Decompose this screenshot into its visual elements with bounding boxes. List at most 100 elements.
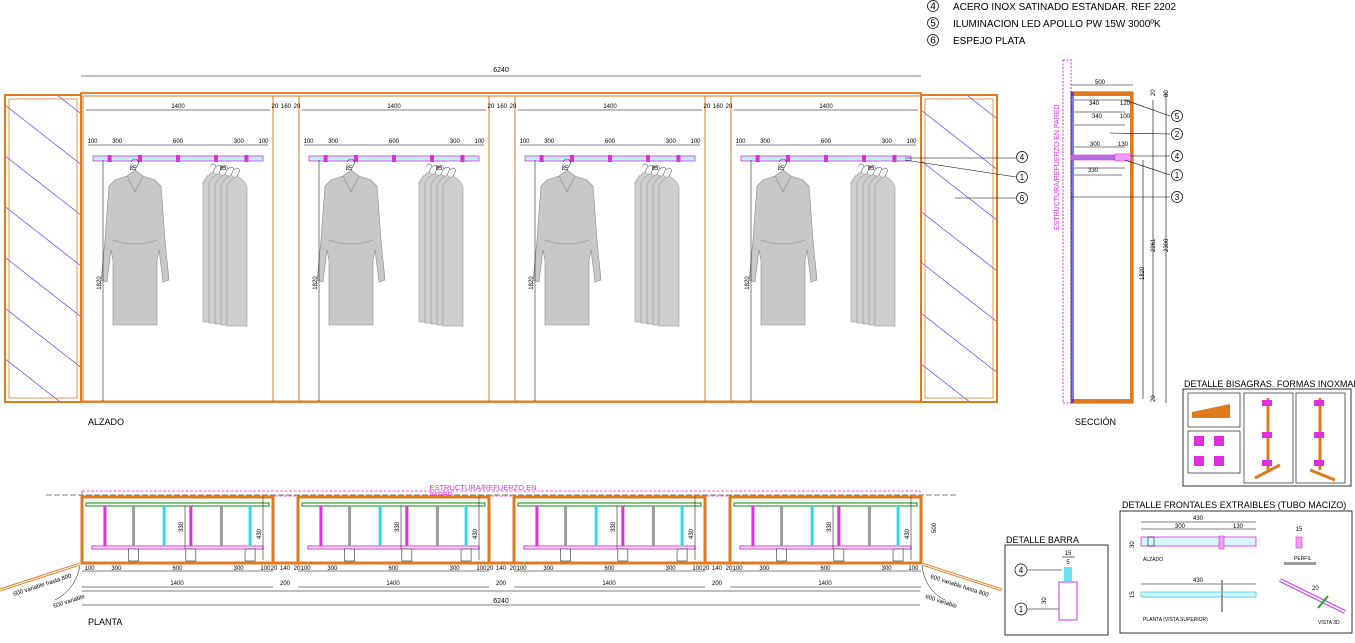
module-gap: 20 160 20 bbox=[488, 95, 517, 402]
legend-num: 5 bbox=[930, 19, 936, 30]
gap-post bbox=[704, 95, 732, 402]
dim-label: 600 bbox=[820, 566, 831, 572]
wardrobe-modules: 1400100 300 600 300 10085 8518201400100 300 600… bbox=[82, 95, 922, 402]
dim-label: 20 bbox=[294, 566, 301, 572]
plan-view: ESTRUCTURA/REFUERZO EN PARED 330430100 30… bbox=[0, 483, 1003, 627]
dim-label: 1400 bbox=[819, 104, 833, 110]
dim-label: 1400 bbox=[170, 581, 184, 587]
plan-drawer-front bbox=[676, 548, 688, 562]
dim-label: 330 bbox=[827, 521, 833, 532]
dim: 430 bbox=[1193, 516, 1204, 522]
plan-top-profile bbox=[85, 502, 270, 507]
plan-module-1: 330 430 100 300 600 300 100 1400 bbox=[80, 495, 275, 588]
dim-label: 1820 bbox=[313, 276, 319, 290]
rail-support bbox=[755, 155, 760, 162]
callout-num: 6 bbox=[1020, 194, 1025, 203]
dim-label: 20 bbox=[726, 104, 733, 110]
dim-label: 20 bbox=[704, 104, 711, 110]
plan-hinge-bar bbox=[837, 506, 841, 546]
dim: 340 bbox=[1089, 101, 1100, 107]
plan-hinge-bar bbox=[248, 506, 252, 546]
dim-label: 200 bbox=[712, 581, 723, 587]
rail-support bbox=[862, 155, 866, 162]
dim-label: 200 bbox=[280, 581, 291, 587]
legend-item-5: 5 ILUMINACION LED APOLLO PW 15W 3000ºK bbox=[927, 17, 1161, 30]
plan-module-frame bbox=[80, 495, 275, 565]
rail-support bbox=[892, 155, 897, 162]
dim-label: 300 bbox=[882, 566, 893, 572]
legend-text: ILUMINACION LED APOLLO PW 15W 3000ºK bbox=[953, 19, 1161, 30]
plan-module-4: 330 430 100 300 600 300 100 1400 bbox=[728, 495, 923, 588]
callout-num: 1 bbox=[1175, 171, 1180, 180]
plan-hinge-bar bbox=[780, 506, 784, 546]
legend-text: ESPEJO PLATA bbox=[953, 36, 1026, 47]
dim: 130 bbox=[1233, 524, 1244, 530]
plan-reinforcement-text: ESTRUCTURA/REFUERZO EN bbox=[429, 483, 536, 492]
dim-label: 20 bbox=[294, 104, 301, 110]
shirt-garment bbox=[442, 167, 464, 327]
plan-bottom-profile bbox=[523, 545, 696, 550]
plan-drawer-front bbox=[344, 548, 355, 562]
plan-gap: 20 140 20 200 bbox=[487, 497, 517, 587]
dim-label: 430 bbox=[257, 528, 263, 539]
dim: 2261 bbox=[1151, 238, 1157, 252]
dim-label: 1400 bbox=[602, 581, 616, 587]
total-width-dim: 6240 bbox=[493, 67, 509, 74]
plan-hinge-bar bbox=[535, 506, 539, 546]
dim-label: 300 bbox=[759, 566, 770, 572]
dim-label: 20 bbox=[271, 566, 278, 572]
dim-label: 1820 bbox=[97, 276, 103, 290]
dim-label: 330 bbox=[179, 521, 185, 532]
dim: 30 bbox=[1042, 597, 1048, 604]
callout-num: 3 bbox=[1175, 193, 1180, 202]
plan-hinge-bar bbox=[378, 506, 382, 546]
section-label: SECCIÓN bbox=[1075, 417, 1116, 427]
dim-label: 330 bbox=[611, 521, 617, 532]
dim-label: 140 bbox=[496, 566, 507, 572]
plan-drawer-front bbox=[617, 548, 629, 562]
plan-drawer-front bbox=[892, 548, 904, 562]
detail-fronts-title: DETALLE FRONTALES EXTRAIBLES (TUBO MACIZ… bbox=[1122, 500, 1346, 510]
legend-text: ACERO INOX SATINADO ESTANDAR. REF 2202 bbox=[953, 2, 1176, 13]
dim-label: 100 bbox=[260, 566, 271, 572]
plan-module-frame bbox=[296, 495, 491, 565]
plan-bottom-profile bbox=[307, 545, 480, 550]
detail-bar-title: DETALLE BARRA bbox=[1006, 535, 1079, 545]
dim-label: 100 bbox=[735, 139, 746, 145]
rail-support bbox=[646, 155, 650, 162]
detail-fronts: DETALLE FRONTALES EXTRAIBLES (TUBO MACIZ… bbox=[1119, 500, 1353, 634]
dim-label: 1400 bbox=[387, 104, 401, 110]
dim-label: 100 bbox=[87, 139, 98, 145]
callout-num: 1 bbox=[1020, 173, 1025, 182]
dim-label: 300 bbox=[112, 139, 123, 145]
shirt-garment bbox=[874, 167, 896, 327]
dim: 430 bbox=[1193, 578, 1204, 584]
detail-hinges-title: DETALLE BISAGRAS. FORMAS INOXMAN bbox=[1184, 379, 1355, 389]
plan-right-note: 600 variable hasta 800 bbox=[929, 574, 989, 599]
dim-label: 600 bbox=[389, 139, 400, 145]
dim-label: 600 bbox=[605, 139, 616, 145]
plan-top-profile bbox=[301, 502, 486, 507]
plan-hinge-bar bbox=[464, 506, 468, 546]
plan-drawer-front bbox=[560, 548, 571, 562]
dim-label: 600 bbox=[821, 139, 832, 145]
plan-depth-500: 500 bbox=[932, 522, 938, 533]
callout-num: 1 bbox=[1019, 605, 1024, 614]
plan-bottom-profile bbox=[739, 545, 912, 550]
plan-drawer-front bbox=[776, 548, 787, 562]
dim-label: 140 bbox=[280, 566, 291, 572]
dim: 100 bbox=[1120, 114, 1131, 120]
dim-label: 1400 bbox=[603, 104, 617, 110]
gap-post bbox=[272, 95, 300, 402]
dim-label: 300 bbox=[328, 139, 339, 145]
callout-num: 4 bbox=[1175, 152, 1180, 161]
dim: 1820 bbox=[1140, 266, 1146, 280]
dim-label: 100 bbox=[258, 139, 269, 145]
plan-gap: 20 140 20 200 bbox=[703, 497, 733, 587]
dim: 15 bbox=[1065, 551, 1072, 557]
plan-hinge-bar bbox=[867, 506, 871, 546]
dim-label: 20 bbox=[272, 104, 279, 110]
dim-label: 100 bbox=[517, 566, 528, 572]
dim-label: 300 bbox=[666, 139, 677, 145]
dim-label: 160 bbox=[497, 104, 508, 110]
